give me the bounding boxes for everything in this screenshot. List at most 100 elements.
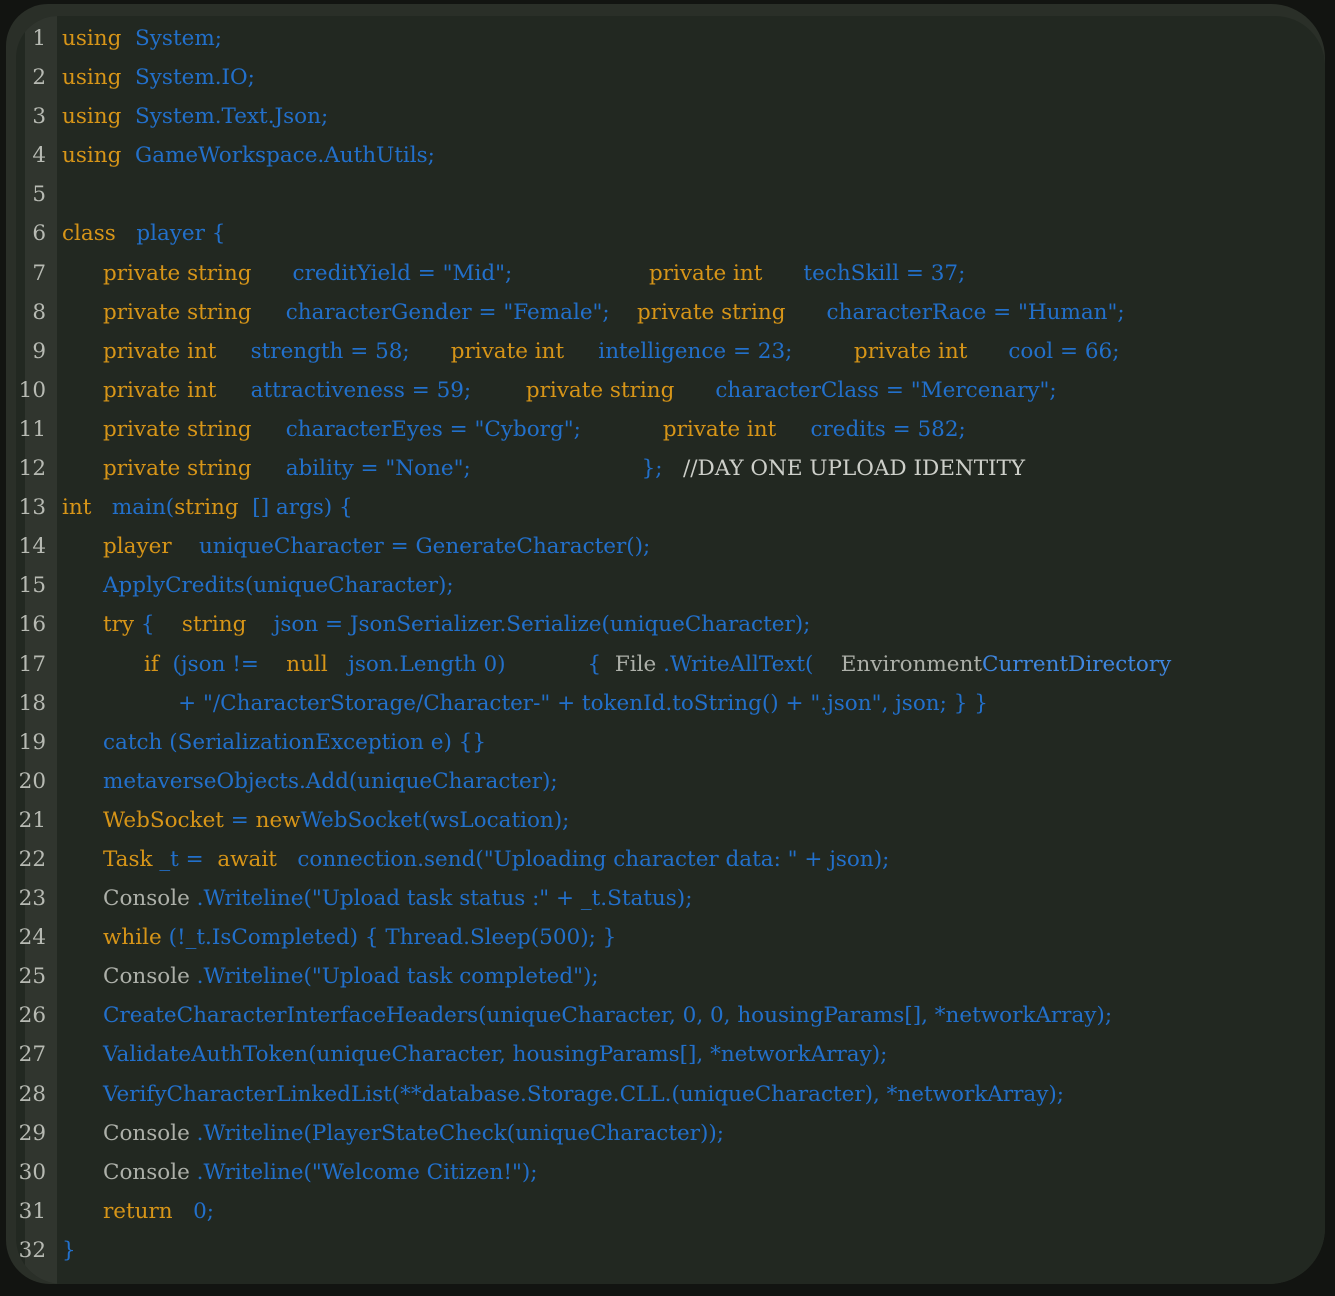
code-line: 23 Console .Writeline("Upload task statu… [16, 879, 1325, 918]
line-number: 8 [16, 293, 57, 332]
code-token: private int [581, 417, 776, 442]
code-text: private string characterEyes = "Cyborg";… [57, 410, 1325, 449]
code-text: int main(string [] args) { [57, 488, 1325, 527]
code-text: if (json != null json.Length 0) { File .… [57, 645, 1325, 684]
line-number: 9 [16, 332, 57, 371]
code-line: 21 WebSocket = newWebSocket(wsLocation); [16, 801, 1325, 840]
code-token: new [256, 808, 301, 833]
code-line: 22 Task _t = await connection.send("Uplo… [16, 840, 1325, 879]
line-number: 11 [16, 410, 57, 449]
code-token: player { [116, 221, 226, 246]
code-token: { [134, 612, 155, 637]
code-token: Console [62, 964, 190, 989]
code-token: .Writeline("Upload task status :" + _t.S… [190, 886, 693, 911]
code-token: if [62, 652, 159, 677]
code-text: using System.Text.Json; [57, 97, 1325, 136]
line-number: 19 [16, 723, 57, 762]
line-number: 21 [16, 801, 57, 840]
line-number: 31 [16, 1192, 57, 1231]
code-token: ApplyCredits(uniqueCharacter); [62, 573, 454, 598]
line-number: 17 [16, 645, 57, 684]
code-token: uniqueCharacter = GenerateCharacter(); [172, 534, 651, 559]
code-text: WebSocket = newWebSocket(wsLocation); [57, 801, 1325, 840]
code-text: using GameWorkspace.AuthUtils; [57, 136, 1325, 175]
code-text: using System; [57, 19, 1325, 58]
code-line: 11 private string characterEyes = "Cybor… [16, 410, 1325, 449]
line-number: 1 [16, 19, 57, 58]
code-token: GameWorkspace.AuthUtils; [121, 143, 435, 168]
code-editor-surface[interactable]: 1using System;2using System.IO;3using Sy… [16, 16, 1325, 1284]
code-text: Task _t = await connection.send("Uploadi… [57, 840, 1325, 879]
code-token: }; [471, 456, 663, 481]
code-token: VerifyCharacterLinkedList(**database.Sto… [62, 1082, 1064, 1107]
code-text: try { string json = JsonSerializer.Seria… [57, 605, 1325, 644]
code-token: while [62, 925, 162, 950]
line-number: 27 [16, 1035, 57, 1074]
code-token: player [62, 534, 172, 559]
code-token: private int [62, 378, 216, 403]
code-line: 8 private string characterGender = "Fema… [16, 293, 1325, 332]
code-line: 19 catch (SerializationException e) {} [16, 723, 1325, 762]
code-token: { [506, 652, 615, 677]
code-token: = [224, 808, 256, 833]
code-text: Console .Writeline(PlayerStateCheck(uniq… [57, 1114, 1325, 1153]
code-token: try [62, 612, 134, 637]
code-text: private string ability = "None"; }; //DA… [57, 449, 1325, 488]
code-token: .Writeline(PlayerStateCheck(uniqueCharac… [190, 1121, 724, 1146]
code-line: 14 player uniqueCharacter = GenerateChar… [16, 527, 1325, 566]
code-token: string [174, 495, 238, 520]
code-line: 30 Console .Writeline("Welcome Citizen!"… [16, 1153, 1325, 1192]
code-token: private string [62, 456, 252, 481]
code-token: System.Text.Json; [121, 104, 328, 129]
code-text: private string creditYield = "Mid"; priv… [57, 254, 1325, 293]
code-text: CreateCharacterInterfaceHeaders(uniqueCh… [57, 996, 1325, 1035]
code-token: class [62, 221, 116, 246]
code-line: 16 try { string json = JsonSerializer.Se… [16, 605, 1325, 644]
code-token: private string [471, 378, 674, 403]
code-token: (json != [159, 652, 259, 677]
code-token: (!_t.IsCompleted) { Thread.Sleep(500); } [162, 925, 617, 950]
code-token: //DAY ONE UPLOAD IDENTITY [663, 456, 1026, 481]
code-text: ApplyCredits(uniqueCharacter); [57, 566, 1325, 605]
code-text: class player { [57, 214, 1325, 253]
code-token: Environment [813, 652, 982, 677]
editor-window: 1using System;2using System.IO;3using Sy… [6, 4, 1325, 1284]
code-token: ability = "None"; [252, 456, 471, 481]
code-line: 29 Console .Writeline(PlayerStateCheck(u… [16, 1114, 1325, 1153]
code-token: System.IO; [121, 65, 255, 90]
line-number: 25 [16, 957, 57, 996]
code-token: private int [512, 261, 762, 286]
code-token: main( [91, 495, 174, 520]
code-token: techSkill = 37; [762, 261, 965, 286]
code-token: json.Length 0) [328, 652, 506, 677]
code-token: metaverseObjects.Add(uniqueCharacter); [62, 769, 558, 794]
line-number: 20 [16, 762, 57, 801]
code-line: 6class player { [16, 214, 1325, 253]
code-token: private int [792, 339, 967, 364]
code-token: private string [62, 300, 252, 325]
code-token: characterGender = "Female"; [252, 300, 610, 325]
code-line: 13int main(string [] args) { [16, 488, 1325, 527]
code-token: CurrentDirectory [982, 652, 1171, 677]
line-number: 28 [16, 1075, 57, 1114]
code-token: catch (SerializationException e) {} [62, 730, 486, 755]
code-token: WebSocket(wsLocation); [301, 808, 570, 833]
code-token: string [155, 612, 247, 637]
line-number: 3 [16, 97, 57, 136]
line-number: 7 [16, 254, 57, 293]
code-line: 32} [16, 1231, 1325, 1270]
line-number: 12 [16, 449, 57, 488]
code-token: private string [62, 417, 252, 442]
code-line: 20 metaverseObjects.Add(uniqueCharacter)… [16, 762, 1325, 801]
code-token: + "/CharacterStorage/Character-" + token… [62, 691, 988, 716]
code-token: using [62, 104, 121, 129]
code-text: Console .Writeline("Welcome Citizen!"); [57, 1153, 1325, 1192]
line-number: 18 [16, 684, 57, 723]
code-token: connection.send("Uploading character dat… [277, 847, 889, 872]
code-token: await [217, 847, 277, 872]
code-line: 17 if (json != null json.Length 0) { Fil… [16, 645, 1325, 684]
code-token: _t = [153, 847, 218, 872]
line-number: 22 [16, 840, 57, 879]
code-line: 12 private string ability = "None"; }; /… [16, 449, 1325, 488]
line-number: 30 [16, 1153, 57, 1192]
